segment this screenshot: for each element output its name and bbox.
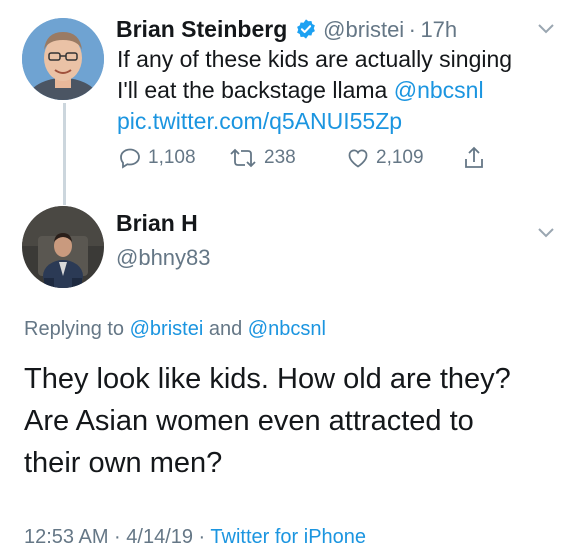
tweet1-mention-link[interactable]: @nbcsnl [394,77,484,103]
tweet2-text-line2: Are Asian women even attracted to [24,405,474,437]
avatar-brian-steinberg[interactable] [22,18,104,100]
tweet1-text: If any of these kids are actually singin… [117,44,512,137]
tweet1-header: Brian Steinberg @bristei · 17h [116,16,457,45]
like-count: 2,109 [376,147,424,168]
tweet1-text-line1: If any of these kids are actually singin… [117,46,513,72]
share-icon [465,146,483,168]
tweet2-timestamp-row: 12:53 AM · 4/14/19 · Twitter for iPhone [24,526,366,549]
tweet2-timestamp[interactable]: 12:53 AM · 4/14/19 · [24,526,210,548]
tweet1-author-handle[interactable]: @bristei [323,17,404,42]
reply-button[interactable]: 1,108 [118,146,196,170]
retweet-icon [230,148,256,168]
tweet1-time[interactable]: 17h [420,17,457,42]
tweet2-author-handle[interactable]: @bhny83 [116,245,211,271]
replying-user1-link[interactable]: @bristei [130,318,204,340]
tweet2-text-line1: They look like kids. How old are they? [24,363,511,395]
tweet1-time-separator: · [408,17,416,42]
verified-badge-icon [295,18,317,45]
tweet1-menu-chevron-icon[interactable] [537,22,555,40]
tweet1-author-name[interactable]: Brian Steinberg [116,16,287,42]
tweet2-source-link[interactable]: Twitter for iPhone [210,526,366,548]
tweet2-header: Brian H @bhny83 [116,210,211,271]
tweet2-menu-chevron-icon[interactable] [537,226,555,244]
replying-to: Replying to @bristei and @nbcsnl [24,318,326,341]
tweet1-text-line2-prefix: I'll eat the backstage llama [117,77,394,103]
retweet-button[interactable]: 238 [228,146,296,170]
reply-count: 1,108 [148,147,196,168]
avatar-brian-h[interactable] [22,206,104,288]
tweet1-pic-link[interactable]: pic.twitter.com/q5ANUI55Zp [117,106,512,137]
replying-and: and [203,318,248,340]
share-button[interactable] [462,145,486,171]
thread-connector-line [63,103,66,205]
tweet1-text-line2: I'll eat the backstage llama @nbcsnl [117,75,512,106]
avatar-photo-icon [22,206,104,288]
tweet2-author-name[interactable]: Brian H [116,210,211,237]
tweet2-text: They look like kids. How old are they? A… [24,358,511,484]
replying-prefix: Replying to [24,318,130,340]
retweet-count: 238 [264,147,296,168]
replying-user2-link[interactable]: @nbcsnl [248,318,326,340]
heart-icon [348,149,368,168]
like-button[interactable]: 2,109 [346,146,424,170]
tweet2-text-line3: their own men? [24,447,223,479]
avatar-photo-icon [22,18,104,100]
reply-icon [120,148,140,169]
